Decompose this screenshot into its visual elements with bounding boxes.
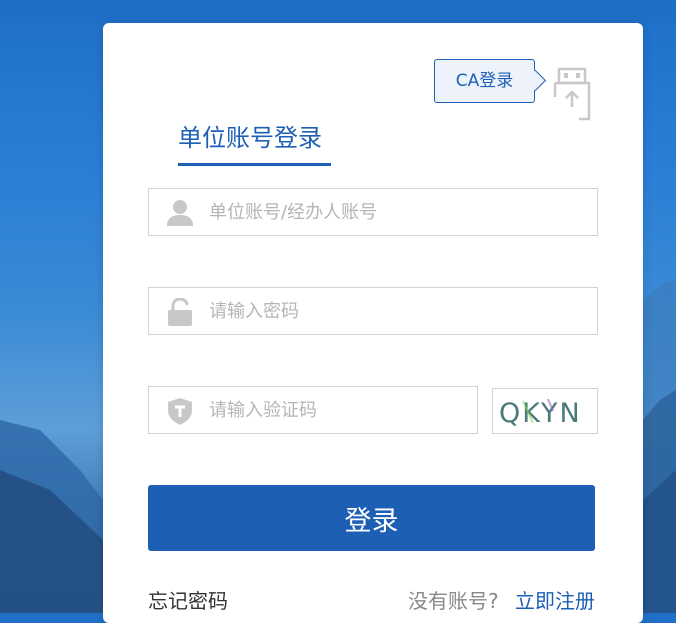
captcha-image[interactable]: QKYN	[492, 388, 598, 434]
tab-unit-account-login[interactable]: 单位账号登录	[178, 118, 331, 166]
ca-login-label: CA登录	[455, 71, 514, 91]
user-icon	[167, 200, 193, 226]
password-field	[148, 287, 598, 335]
shield-icon	[168, 398, 192, 425]
tab-title: 单位账号登录	[178, 124, 322, 152]
ca-login-button[interactable]: CA登录	[434, 59, 535, 103]
captcha-input[interactable]	[209, 387, 469, 433]
account-field	[148, 188, 598, 236]
login-card: CA登录 单位账号登录 QKYN	[103, 23, 643, 623]
forgot-password-link[interactable]: 忘记密码	[148, 585, 228, 614]
lock-icon	[168, 298, 192, 326]
password-input[interactable]	[209, 288, 589, 334]
register-link[interactable]: 立即注册	[515, 585, 595, 614]
login-button[interactable]: 登录	[148, 485, 595, 551]
no-account-text: 没有账号?	[408, 589, 499, 613]
account-input[interactable]	[209, 189, 589, 235]
captcha-graphic: QKYN	[499, 398, 582, 429]
captcha-text: QKYN	[499, 398, 582, 429]
usb-key-icon[interactable]	[549, 67, 595, 121]
captcha-field	[148, 386, 478, 434]
